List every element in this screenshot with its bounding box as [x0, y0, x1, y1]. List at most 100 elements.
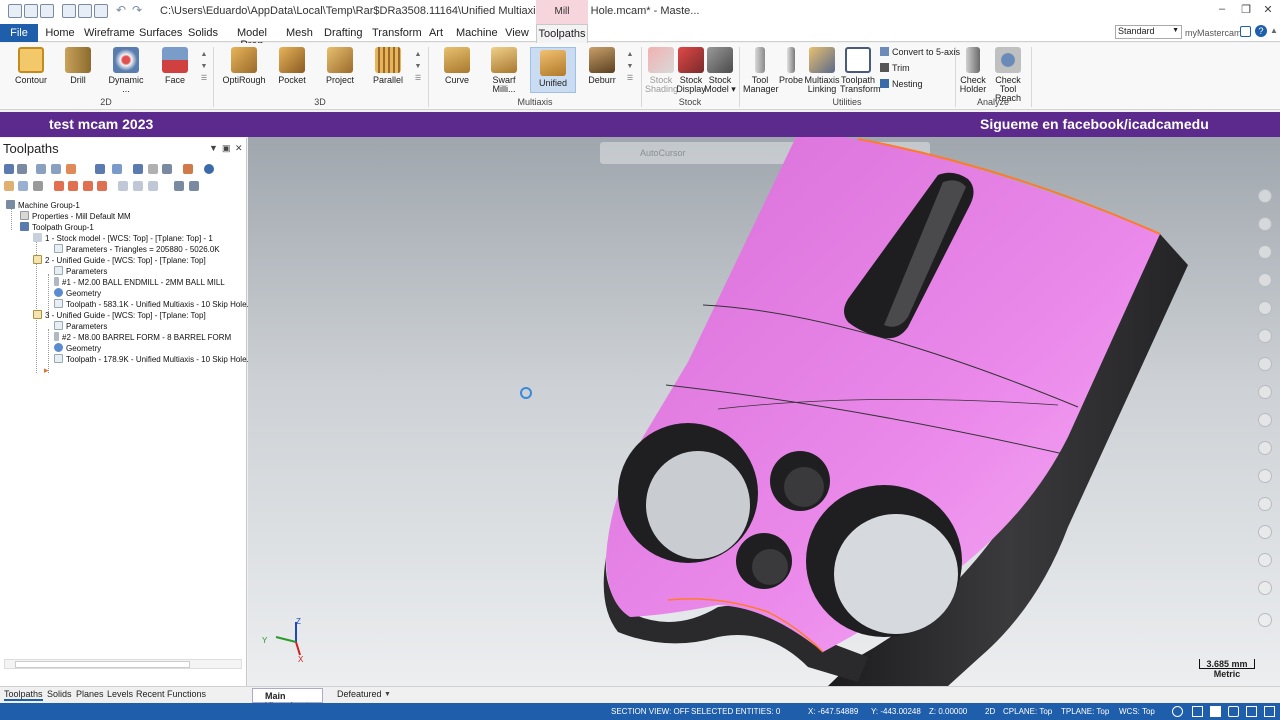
parallel-button[interactable]: Parallel	[371, 47, 405, 85]
show-all-icon[interactable]	[133, 181, 143, 191]
shaded-mode-icon[interactable]	[1210, 706, 1221, 717]
delete-icon[interactable]	[183, 164, 193, 174]
hidden-line-icon[interactable]	[1258, 469, 1272, 483]
view-iso-icon[interactable]	[1258, 385, 1272, 399]
gallery-scroll-multiaxis[interactable]: ▲ ▼ ☰	[626, 49, 634, 99]
tree-item-op3-tool[interactable]: #2 - M8.00 BARREL FORM - 8 BARREL FORM	[54, 332, 231, 343]
tab-solids[interactable]: Solids	[188, 24, 218, 42]
mode-2d-3d[interactable]: 2D	[985, 707, 995, 716]
pocket-button[interactable]: Pocket	[276, 47, 308, 85]
curve-button[interactable]: Curve	[440, 47, 474, 85]
tab-machine[interactable]: Machine	[456, 24, 498, 42]
face-button[interactable]: Face	[160, 47, 190, 85]
view-right-icon[interactable]	[1258, 357, 1272, 371]
tree-item-machine-group[interactable]: Machine Group-1	[6, 200, 80, 211]
tree-item-op2-toolpath[interactable]: Toolpath - 583.1K - Unified Multiaxis - …	[54, 299, 260, 310]
contour-button[interactable]: Contour	[12, 47, 50, 85]
tree-item-properties[interactable]: Properties - Mill Default MM	[20, 211, 131, 222]
tree-item-op1-params[interactable]: Parameters - Triangles = 205880 - 5026.0…	[54, 244, 220, 255]
tab-home[interactable]: Home	[44, 24, 76, 42]
highfeed-icon[interactable]	[162, 164, 172, 174]
open-folder-icon[interactable]	[40, 4, 54, 18]
gallery-scroll-2d[interactable]: ▲ ▼ ☰	[200, 49, 208, 99]
optirough-button[interactable]: OptiRough	[222, 47, 266, 85]
clear-colors-icon[interactable]	[1258, 525, 1272, 539]
view-front-icon[interactable]	[1258, 329, 1272, 343]
tab-wireframe[interactable]: Wireframe	[84, 24, 135, 42]
simulate-icon[interactable]	[112, 164, 122, 174]
collapse-ribbon-icon[interactable]: ▲	[1270, 26, 1278, 35]
insert-arrow-icon[interactable]	[83, 181, 93, 191]
convert-to-5-axis-button[interactable]: Convert to 5-axis	[880, 47, 960, 57]
scrollbar-thumb[interactable]	[15, 661, 190, 668]
tab-art[interactable]: Art	[427, 24, 445, 42]
help-icon[interactable]	[204, 164, 214, 174]
feedback-icon[interactable]	[1240, 26, 1251, 37]
toggle-post-icon[interactable]	[33, 181, 43, 191]
standard-dropdown[interactable]: Standard ▼	[1115, 25, 1182, 39]
select-all-icon[interactable]	[4, 164, 14, 174]
toolpath-display-icon[interactable]	[189, 181, 199, 191]
tree-item-op-3[interactable]: 3 - Unified Guide - [WCS: Top] - [Tplane…	[33, 310, 206, 321]
tab-toolpaths[interactable]: Toolpaths	[536, 24, 588, 43]
verify-icon[interactable]	[95, 164, 105, 174]
undo-icon[interactable]: ↶	[116, 3, 126, 17]
close-button[interactable]: ✕	[1258, 3, 1278, 19]
filter-icon[interactable]	[148, 181, 158, 191]
pan-icon[interactable]	[1258, 273, 1272, 287]
backplot-icon[interactable]	[66, 164, 76, 174]
graphics-viewport[interactable]: AutoCursor Z Y X 3.685 mm Metric	[248, 137, 1280, 686]
regenerate-icon[interactable]	[36, 164, 46, 174]
settings-icon[interactable]	[1264, 706, 1275, 717]
section-view-status[interactable]: SECTION VIEW: OFF	[611, 707, 690, 716]
tree-item-op3-params[interactable]: Parameters	[54, 321, 107, 332]
toolpath-transform-button[interactable]: Toolpath Transform	[840, 47, 881, 94]
tab-main-viewsheet[interactable]: Main Viewsheet	[252, 688, 323, 711]
project-button[interactable]: Project	[324, 47, 356, 85]
move-down-icon[interactable]	[54, 181, 64, 191]
tree-item-op3-toolpath[interactable]: Toolpath - 178.9K - Unified Multiaxis - …	[54, 354, 260, 365]
translucency-icon[interactable]	[1228, 706, 1239, 717]
wireframe-mode-icon[interactable]	[1192, 706, 1203, 717]
rotate-icon[interactable]	[1258, 245, 1272, 259]
panel-close-icon[interactable]: ✕	[235, 143, 243, 154]
tab-planes-manager[interactable]: Planes	[76, 689, 104, 699]
globe-icon[interactable]	[1172, 706, 1183, 717]
multiaxis-linking-button[interactable]: Multiaxis Linking	[804, 47, 840, 94]
nesting-button[interactable]: Nesting	[880, 79, 923, 89]
tree-item-op-2[interactable]: 2 - Unified Guide - [WCS: Top] - [Tplane…	[33, 255, 206, 266]
check-holder-button[interactable]: Check Holder	[958, 47, 988, 94]
tab-mesh[interactable]: Mesh	[286, 24, 313, 42]
horizontal-scrollbar[interactable]	[4, 659, 242, 669]
tab-file[interactable]: File	[0, 24, 38, 42]
tree-item-toolpath-group[interactable]: Toolpath Group-1	[20, 222, 94, 233]
lock-icon[interactable]	[4, 181, 14, 191]
trim-button[interactable]: Trim	[880, 63, 910, 73]
tree-item-op2-geometry[interactable]: Geometry	[54, 288, 101, 299]
pin-icon[interactable]: ▣	[222, 143, 231, 154]
tab-surfaces[interactable]: Surfaces	[139, 24, 182, 42]
display-mode-icon[interactable]	[1246, 706, 1257, 717]
tab-view[interactable]: View	[505, 24, 529, 42]
tab-transform[interactable]: Transform	[372, 24, 422, 42]
scroll-to-arrow-icon[interactable]	[97, 181, 107, 191]
save-icon[interactable]	[24, 4, 38, 18]
fit-icon[interactable]	[1258, 497, 1272, 511]
wcs-status[interactable]: WCS: Top	[1119, 707, 1155, 716]
tree-item-op2-params[interactable]: Parameters	[54, 266, 107, 277]
help-icon[interactable]: ?	[1255, 25, 1267, 37]
print-icon[interactable]	[62, 4, 76, 18]
tool-manager-button[interactable]: Tool Manager	[743, 47, 779, 94]
unified-button[interactable]: Unified	[530, 47, 576, 93]
insert-arrow-icon[interactable]: ▸	[44, 365, 49, 376]
tree-item-op3-geometry[interactable]: Geometry	[54, 343, 101, 354]
check-tool-reach-button[interactable]: Check Tool Reach	[988, 47, 1028, 103]
mymastercam-link[interactable]: myMastercam	[1185, 28, 1242, 38]
drill-button[interactable]: Drill	[62, 47, 94, 85]
wireframe-icon[interactable]	[1258, 441, 1272, 455]
save-as-icon[interactable]	[78, 4, 92, 18]
tree-item-op2-tool[interactable]: #1 - M2.00 BALL ENDMILL - 2MM BALL MILL	[54, 277, 225, 288]
tool-display-icon[interactable]	[174, 181, 184, 191]
toggle-display-icon[interactable]	[18, 181, 28, 191]
stock-display-button[interactable]: Stock Display	[676, 47, 706, 94]
